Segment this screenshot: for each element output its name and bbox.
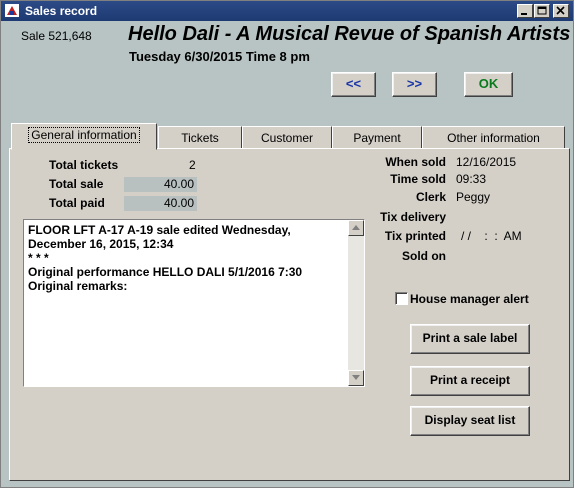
tix-printed-value: / / : : AM <box>461 229 522 243</box>
remarks-line: * * * <box>28 251 49 265</box>
remarks-scrollbar[interactable] <box>348 220 364 386</box>
time-sold-value: 09:33 <box>456 172 487 186</box>
tab-customer[interactable]: Customer <box>242 126 332 150</box>
tab-other-information[interactable]: Other information <box>422 126 565 150</box>
print-receipt-button[interactable]: Print a receipt <box>410 366 530 396</box>
total-tickets-label: Total tickets <box>49 158 119 172</box>
show-title: Hello Dali - A Musical Revue of Spanish … <box>128 23 571 45</box>
sale-number: Sale 521,648 <box>21 29 92 43</box>
tab-label: Tickets <box>181 131 219 145</box>
remarks-textarea[interactable]: FLOOR LFT A-17 A-19 sale edited Wednesda… <box>23 219 365 387</box>
tab-label: General information <box>28 127 140 143</box>
tab-label: Other information <box>447 131 540 145</box>
close-icon <box>556 6 565 15</box>
tab-label: Payment <box>353 131 401 145</box>
sold-on-label: Sold on <box>402 249 446 263</box>
maximize-icon <box>537 6 547 15</box>
app-icon <box>5 4 19 17</box>
remarks-text: FLOOR LFT A-17 A-19 sale edited Wednesda… <box>28 223 346 293</box>
clerk-label: Clerk <box>415 190 446 204</box>
tab-strip: General information Tickets Customer Pay… <box>1 123 574 150</box>
general-information-panel: Total tickets 2 Total sale 40.00 Total p… <box>9 148 570 481</box>
when-sold-value: 12/16/2015 <box>456 155 517 169</box>
time-sold-label: Time sold <box>390 172 446 186</box>
total-paid-field: 40.00 <box>124 196 197 211</box>
clerk-value: Peggy <box>456 190 491 204</box>
tab-general-information[interactable]: General information <box>11 123 157 150</box>
scroll-down-icon <box>352 375 360 380</box>
display-seat-list-button[interactable]: Display seat list <box>410 406 530 436</box>
next-record-button[interactable]: >> <box>392 72 437 97</box>
scroll-down-button[interactable] <box>348 370 364 386</box>
title-bar[interactable]: Sales record <box>1 1 573 21</box>
remarks-line: FLOOR LFT A-17 A-19 sale edited Wednesda… <box>28 223 295 251</box>
total-sale-field: 40.00 <box>124 177 197 192</box>
tab-tickets[interactable]: Tickets <box>158 126 242 150</box>
when-sold-label: When sold <box>385 155 446 169</box>
tix-printed-label: Tix printed <box>384 229 446 243</box>
print-sale-label-button[interactable]: Print a sale label <box>410 324 530 354</box>
ok-button[interactable]: OK <box>464 72 513 97</box>
tix-delivery-label: Tix delivery <box>380 210 446 224</box>
tab-payment[interactable]: Payment <box>332 126 422 150</box>
minimize-icon <box>521 13 527 15</box>
remarks-line: Original remarks: <box>28 279 128 293</box>
window-title: Sales record <box>25 4 98 18</box>
total-paid-label: Total paid <box>49 196 105 210</box>
maximize-button[interactable] <box>534 4 550 18</box>
previous-record-button[interactable]: << <box>331 72 376 97</box>
remarks-line: Original performance HELLO DALI 5/1/2016… <box>28 265 303 279</box>
sales-record-window: Sales record Sale 521,648 Hello Dali - A… <box>0 0 574 488</box>
minimize-button[interactable] <box>517 4 533 18</box>
performance-date: Tuesday 6/30/2015 Time 8 pm <box>129 49 310 64</box>
total-sale-label: Total sale <box>49 177 104 191</box>
close-button[interactable] <box>553 4 569 18</box>
house-manager-alert-label[interactable]: House manager alert <box>410 292 529 306</box>
total-tickets-value: 2 <box>189 158 196 172</box>
tab-label: Customer <box>260 131 313 145</box>
house-manager-alert-checkbox[interactable] <box>395 292 408 305</box>
